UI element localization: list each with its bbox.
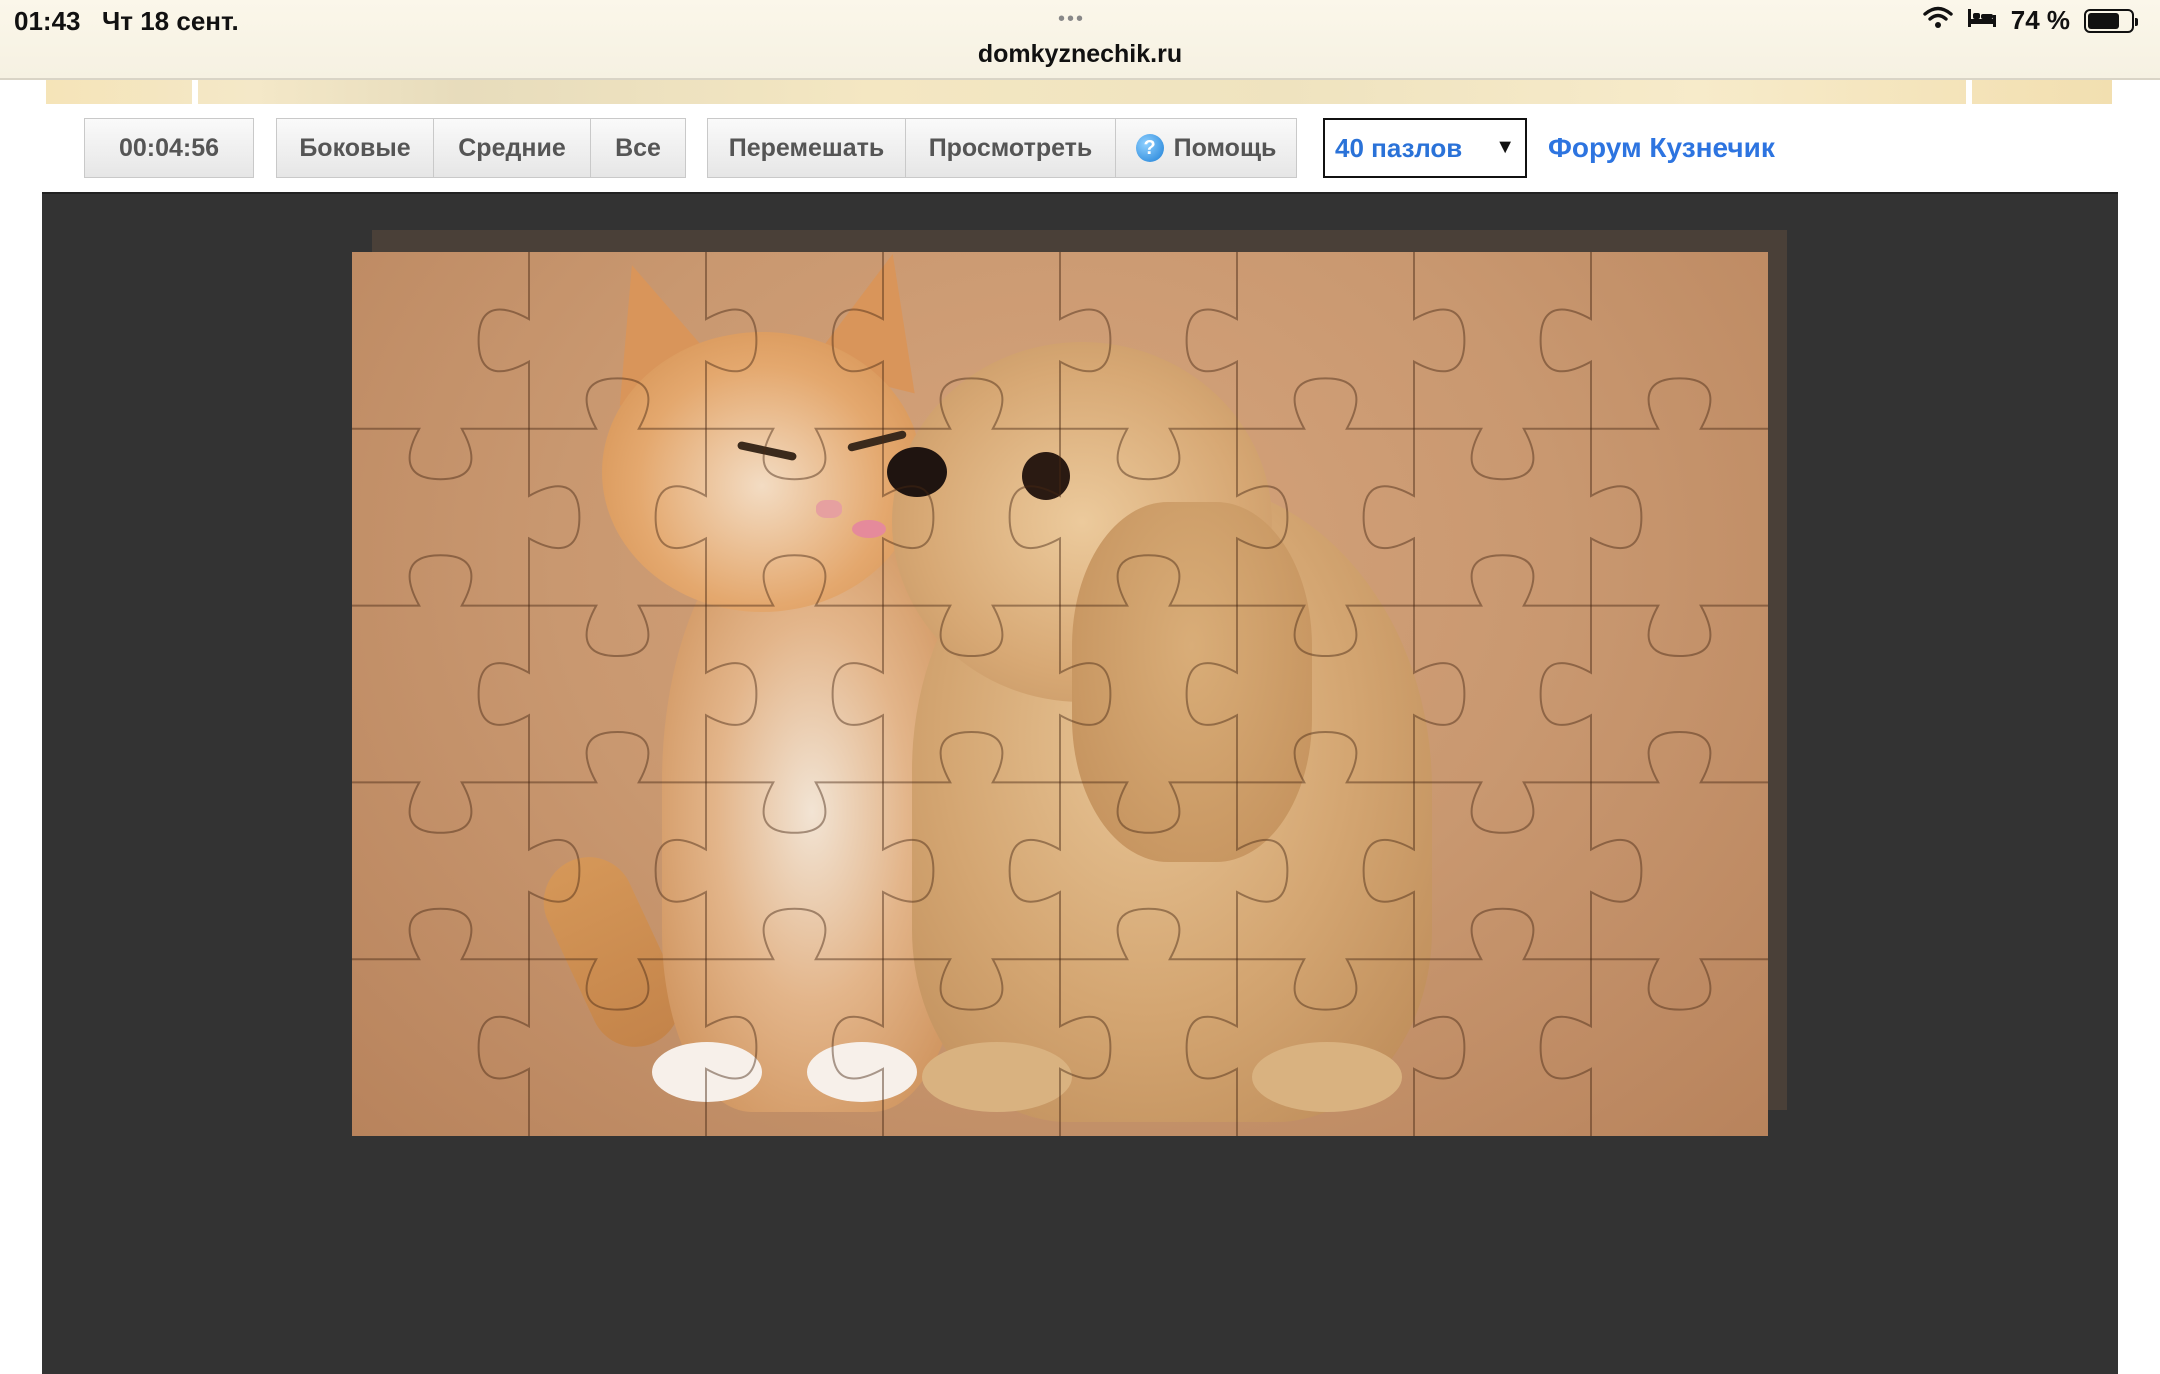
status-date: Чт 18 сент.	[102, 6, 239, 36]
shuffle-button[interactable]: Перемешать	[708, 119, 906, 177]
puzzle-image[interactable]	[352, 252, 1768, 1136]
filter-middle-button[interactable]: Средние	[434, 119, 591, 177]
puzzle-seam-vertical	[1008, 252, 1112, 1136]
action-group: Перемешать Просмотреть ? Помощь	[707, 118, 1297, 178]
pieces-count-select[interactable]: 40 пазлов ▼	[1323, 118, 1527, 178]
status-indicators: 74 %	[1923, 5, 2138, 36]
preview-button[interactable]: Просмотреть	[906, 119, 1116, 177]
pieces-count-value: 40 пазлов	[1335, 132, 1463, 163]
puzzle-piece-grid	[352, 252, 1768, 1136]
battery-level	[2088, 12, 2120, 29]
puzzle-board	[42, 192, 2118, 1374]
wifi-icon	[1923, 5, 1953, 36]
forum-link[interactable]: Форум Кузнечик	[1548, 132, 1775, 164]
help-button[interactable]: ? Помощь	[1116, 119, 1296, 177]
piece-filter-group: Боковые Средние Все	[276, 118, 686, 178]
status-time: 01:43	[14, 6, 81, 36]
help-button-label: Помощь	[1173, 133, 1277, 162]
puzzle-seam-vertical	[831, 252, 935, 1136]
puzzle-seam-vertical	[654, 252, 758, 1136]
puzzle-seam-vertical	[1185, 252, 1289, 1136]
filter-edges-button[interactable]: Боковые	[277, 119, 434, 177]
battery-icon	[2084, 8, 2138, 33]
battery-percent: 74 %	[2010, 5, 2070, 35]
puzzle-seam-vertical	[1539, 252, 1643, 1136]
chevron-down-icon: ▼	[1495, 136, 1515, 158]
header-decoration	[46, 80, 2112, 104]
timer-display: 00:04:56	[84, 118, 254, 178]
puzzle-seam-vertical	[1362, 252, 1466, 1136]
puzzle-toolbar: 00:04:56 Боковые Средние Все Перемешать …	[42, 104, 2118, 192]
status-bar: 01:43 Чт 18 сент. ••• domkyznechik.ru 74…	[0, 0, 2160, 80]
filter-all-button[interactable]: Все	[591, 119, 685, 177]
help-icon: ?	[1135, 134, 1164, 162]
address-bar-url[interactable]: domkyznechik.ru	[0, 40, 2160, 69]
bed-icon	[1967, 5, 1997, 36]
multitask-dots[interactable]: •••	[1058, 8, 1085, 31]
puzzle-seam-vertical	[477, 252, 581, 1136]
